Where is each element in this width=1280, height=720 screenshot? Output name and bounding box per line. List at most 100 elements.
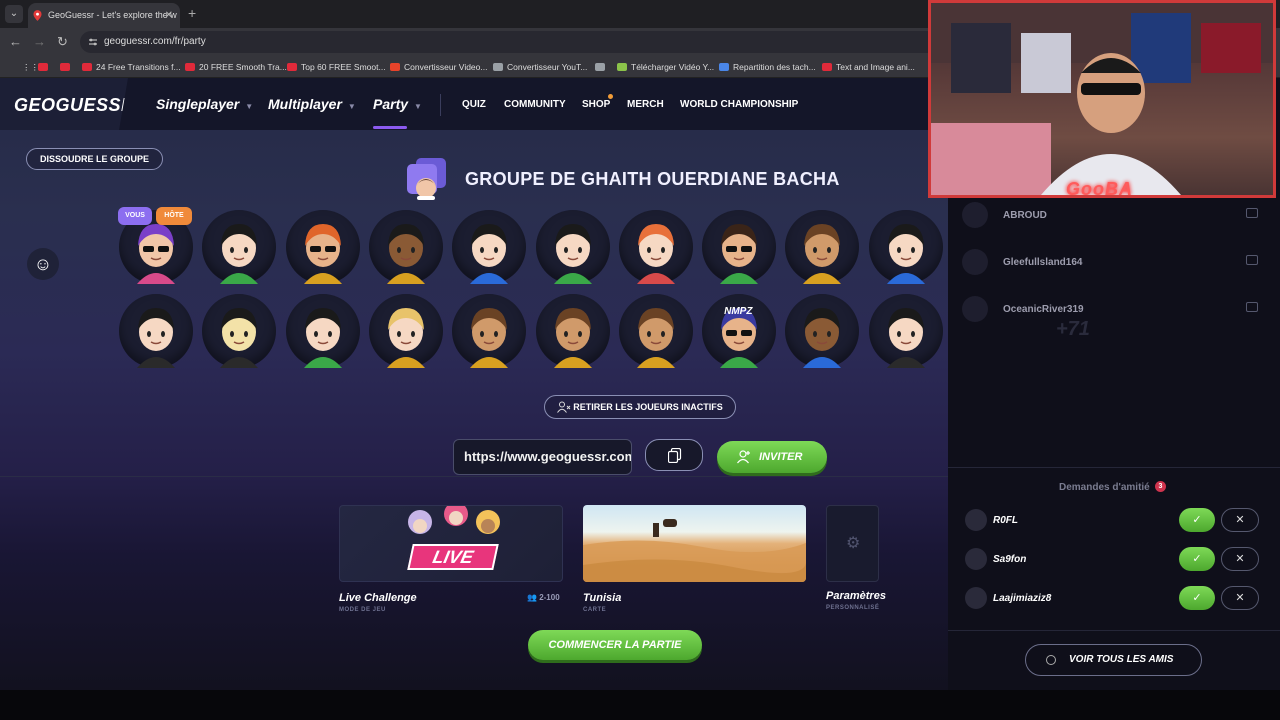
party-member-avatar[interactable]: [618, 210, 693, 284]
map-card[interactable]: [583, 505, 806, 582]
party-member-avatar[interactable]: [535, 210, 610, 284]
desert-map-image: [583, 519, 806, 582]
bookmark-item[interactable]: 24 Free Transitions f...: [82, 56, 181, 78]
address-bar[interactable]: geoguessr.com/fr/party: [80, 31, 940, 53]
bookmark-item[interactable]: [38, 56, 52, 78]
party-member-avatar[interactable]: [285, 294, 360, 368]
bookmark-item[interactable]: Télécharger Vidéo Y...: [617, 56, 714, 78]
message-icon[interactable]: [1246, 255, 1258, 265]
download-icon: [617, 63, 627, 71]
remove-inactive-players-button[interactable]: RETIRER LES JOUEURS INACTIFS: [544, 395, 736, 419]
party-member-avatar[interactable]: [785, 210, 860, 284]
avatar-hat-label: NMPZ: [724, 306, 753, 317]
start-game-button[interactable]: COMMENCER LA PARTIE: [528, 630, 702, 660]
message-icon[interactable]: [1246, 208, 1258, 218]
panel-divider: [948, 630, 1280, 631]
game-mode-title: Live Challenge: [339, 592, 417, 604]
browser-tab-geoguessr[interactable]: GeoGuessr - Let's explore the w ✕: [28, 3, 180, 28]
decline-request-button[interactable]: ✕: [1221, 586, 1259, 610]
site-info-icon[interactable]: [88, 37, 98, 47]
party-member-avatar[interactable]: [368, 294, 443, 368]
copy-link-button[interactable]: [645, 439, 703, 471]
party-member-avatar[interactable]: [202, 294, 277, 368]
accept-request-button[interactable]: ✓: [1179, 508, 1215, 532]
tab-close-icon[interactable]: ✕: [165, 3, 173, 28]
forms-icon: [719, 63, 729, 71]
decline-request-button[interactable]: ✕: [1221, 547, 1259, 571]
live-banner: LIVE: [407, 544, 499, 570]
friend-requests-count-badge: 3: [1155, 481, 1166, 492]
globe-icon: [595, 63, 605, 71]
party-member-avatar[interactable]: [202, 210, 277, 284]
reload-icon[interactable]: ↻: [57, 34, 68, 50]
geoguessr-page: GEOGUESSR Singleplayer ▼ Multiplayer ▼ Par…: [0, 78, 948, 690]
friends-icon: [1046, 655, 1056, 665]
map-subtitle: CARTE: [583, 607, 607, 613]
bookmark-item[interactable]: Text and Image ani...: [822, 56, 915, 78]
nav-singleplayer[interactable]: Singleplayer ▼: [156, 96, 253, 112]
top-navigation: GEOGUESSR Singleplayer ▼ Multiplayer ▼ Par…: [0, 78, 948, 130]
geoguessr-favicon-icon: [33, 10, 42, 21]
invite-button[interactable]: INVITER: [717, 441, 827, 473]
accept-request-button[interactable]: ✓: [1179, 586, 1215, 610]
shop-notification-dot: [608, 94, 613, 99]
apps-grid-icon[interactable]: ⋮⋮: [8, 56, 39, 78]
party-member-avatar[interactable]: [868, 210, 943, 284]
party-member-avatar[interactable]: NMPZ: [702, 294, 777, 368]
view-all-friends-label: VOIR TOUS LES AMIS: [1069, 654, 1174, 665]
bookmark-item[interactable]: 20 FREE Smooth Tra...: [185, 56, 287, 78]
party-member-avatar[interactable]: [119, 294, 193, 368]
bookmark-item[interactable]: Convertisseur Video...: [390, 56, 487, 78]
dissolve-group-button[interactable]: DISSOUDRE LE GROUPE: [26, 148, 163, 170]
nav-shop[interactable]: SHOP: [582, 99, 610, 110]
message-icon[interactable]: [1246, 302, 1258, 312]
nav-quiz[interactable]: QUIZ: [462, 99, 486, 110]
friend-requests-title: Demandes d'amitié: [1059, 482, 1150, 493]
decline-request-button[interactable]: ✕: [1221, 508, 1259, 532]
logo-container[interactable]: GEOGUESSR: [0, 78, 128, 130]
party-member-avatar[interactable]: [785, 294, 860, 368]
bookmark-item[interactable]: Convertisseur YouT...: [493, 56, 587, 78]
bookmark-item[interactable]: [60, 56, 74, 78]
party-member-avatar[interactable]: [535, 294, 610, 368]
map-title: Tunisia: [583, 592, 622, 604]
bookmark-item[interactable]: Repartition des tach...: [719, 56, 816, 78]
host-badge: HÔTE: [156, 207, 192, 225]
webcam-overlay: GooBA: [928, 0, 1276, 198]
new-tab-button[interactable]: +: [188, 5, 196, 21]
nav-community[interactable]: COMMUNITY: [504, 99, 566, 110]
nav-divider: [440, 94, 441, 116]
converter-icon: [390, 63, 400, 71]
forward-arrow-icon[interactable]: →: [33, 34, 46, 49]
game-mode-subtitle: MODE DE JEU: [339, 607, 386, 613]
invite-link-field[interactable]: https://www.geoguessr.com/join/: [453, 439, 632, 475]
party-member-avatar[interactable]: [285, 210, 360, 284]
game-mode-card[interactable]: LIVE: [339, 505, 563, 582]
emoji-reaction-button[interactable]: ☺: [27, 248, 59, 280]
party-member-avatar[interactable]: [702, 210, 777, 284]
nav-world-championship[interactable]: WORLD CHAMPIONSHIP: [680, 99, 798, 110]
view-all-friends-button[interactable]: VOIR TOUS LES AMIS: [1025, 644, 1202, 676]
settings-card[interactable]: ⚙: [826, 505, 879, 582]
avatar: [965, 509, 987, 531]
nav-multiplayer[interactable]: Multiplayer ▼: [268, 96, 356, 112]
bookmark-item[interactable]: [595, 56, 609, 78]
tab-search-button[interactable]: ⌄: [5, 5, 23, 23]
party-member-avatar[interactable]: [452, 294, 527, 368]
add-user-icon: [737, 450, 750, 464]
accept-request-button[interactable]: ✓: [1179, 547, 1215, 571]
bookmark-item[interactable]: Top 60 FREE Smoot...: [287, 56, 386, 78]
party-member-avatar[interactable]: [368, 210, 443, 284]
party-member-avatar[interactable]: [868, 294, 943, 368]
streamer-name: GooBA: [1066, 179, 1133, 198]
back-arrow-icon[interactable]: ←: [9, 34, 22, 49]
nav-merch[interactable]: MERCH: [627, 99, 664, 110]
youtube-icon: [60, 63, 70, 71]
streamer-webcam-image: [931, 3, 1273, 195]
nav-party[interactable]: Party ▼: [373, 96, 422, 112]
party-member-avatar[interactable]: [452, 210, 527, 284]
youtube-icon: [822, 63, 832, 71]
youtube-icon: [287, 63, 297, 71]
party-member-avatar[interactable]: [618, 294, 693, 368]
chevron-down-icon: ▼: [414, 102, 422, 111]
